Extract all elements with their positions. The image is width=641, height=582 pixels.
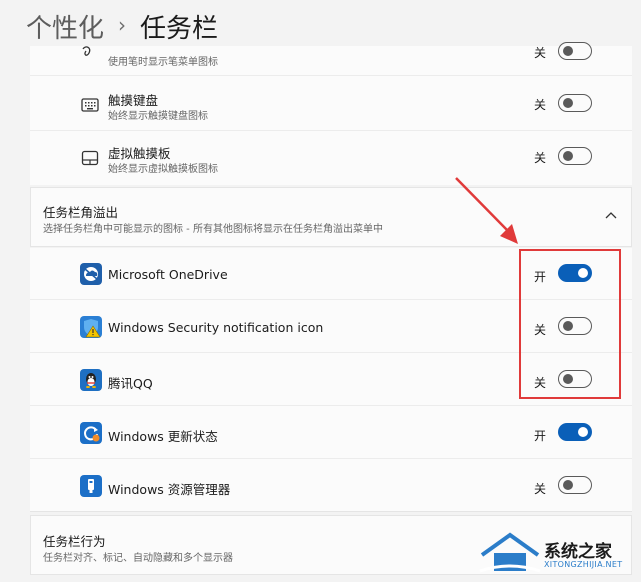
onedrive-icon: [80, 263, 102, 285]
pen-menu-subtitle: 使用笔时显示笔菜单图标: [108, 57, 218, 68]
onedrive-label: Microsoft OneDrive: [108, 267, 228, 282]
overflow-section-title: 任务栏角溢出: [43, 205, 119, 220]
page-title: 任务栏: [140, 13, 219, 44]
windows-update-label: Windows 更新状态: [108, 429, 218, 444]
windows-security-icon: [80, 316, 102, 338]
watermark-logo: 系统之家 XITONGZHIJIA.NET: [478, 527, 638, 579]
touch-keyboard-state: 关: [534, 98, 547, 112]
pen-menu-toggle[interactable]: [558, 42, 592, 60]
house-logo-icon: [479, 532, 541, 573]
overflow-section-subtitle: 选择任务栏角中可能显示的图标 - 所有其他图标将显示在任务栏角溢出菜单中: [43, 224, 383, 235]
watermark-title: 系统之家: [544, 542, 612, 562]
qq-label: 腾讯QQ: [108, 376, 153, 391]
chevron-up-icon[interactable]: [604, 210, 618, 220]
breadcrumb: 个性化 › 任务栏: [26, 6, 218, 46]
taskbar-overflow-header[interactable]: [30, 187, 632, 247]
file-explorer-toggle[interactable]: [558, 476, 592, 494]
pen-menu-state: 关: [534, 46, 547, 60]
breadcrumb-parent[interactable]: 个性化: [26, 8, 104, 45]
annotation-highlight-box: [519, 249, 621, 399]
windows-update-toggle[interactable]: [558, 423, 592, 441]
virtual-touchpad-subtitle: 始终显示虚拟触摸板图标: [108, 164, 218, 175]
qq-icon: [80, 369, 102, 391]
file-explorer-state: 关: [534, 482, 547, 496]
virtual-touchpad-toggle[interactable]: [558, 147, 592, 165]
virtual-touchpad-state: 关: [534, 151, 547, 165]
virtual-touchpad-icon: [81, 150, 99, 166]
windows-update-state: 开: [534, 429, 547, 443]
windows-security-label: Windows Security notification icon: [108, 320, 324, 335]
touch-keyboard-toggle[interactable]: [558, 94, 592, 112]
file-explorer-icon: [80, 475, 102, 497]
windows-update-icon: [80, 422, 102, 444]
file-explorer-label: Windows 资源管理器: [108, 482, 231, 497]
watermark-url: XITONGZHIJIA.NET: [544, 560, 623, 569]
touch-keyboard-icon: [81, 98, 99, 112]
breadcrumb-separator: ›: [118, 13, 127, 37]
behavior-section-title: 任务栏行为: [43, 534, 106, 549]
touch-keyboard-subtitle: 始终显示触摸键盘图标: [108, 111, 208, 122]
pen-icon: [82, 46, 91, 56]
behavior-section-subtitle: 任务栏对齐、标记、自动隐藏和多个显示器: [43, 553, 233, 564]
